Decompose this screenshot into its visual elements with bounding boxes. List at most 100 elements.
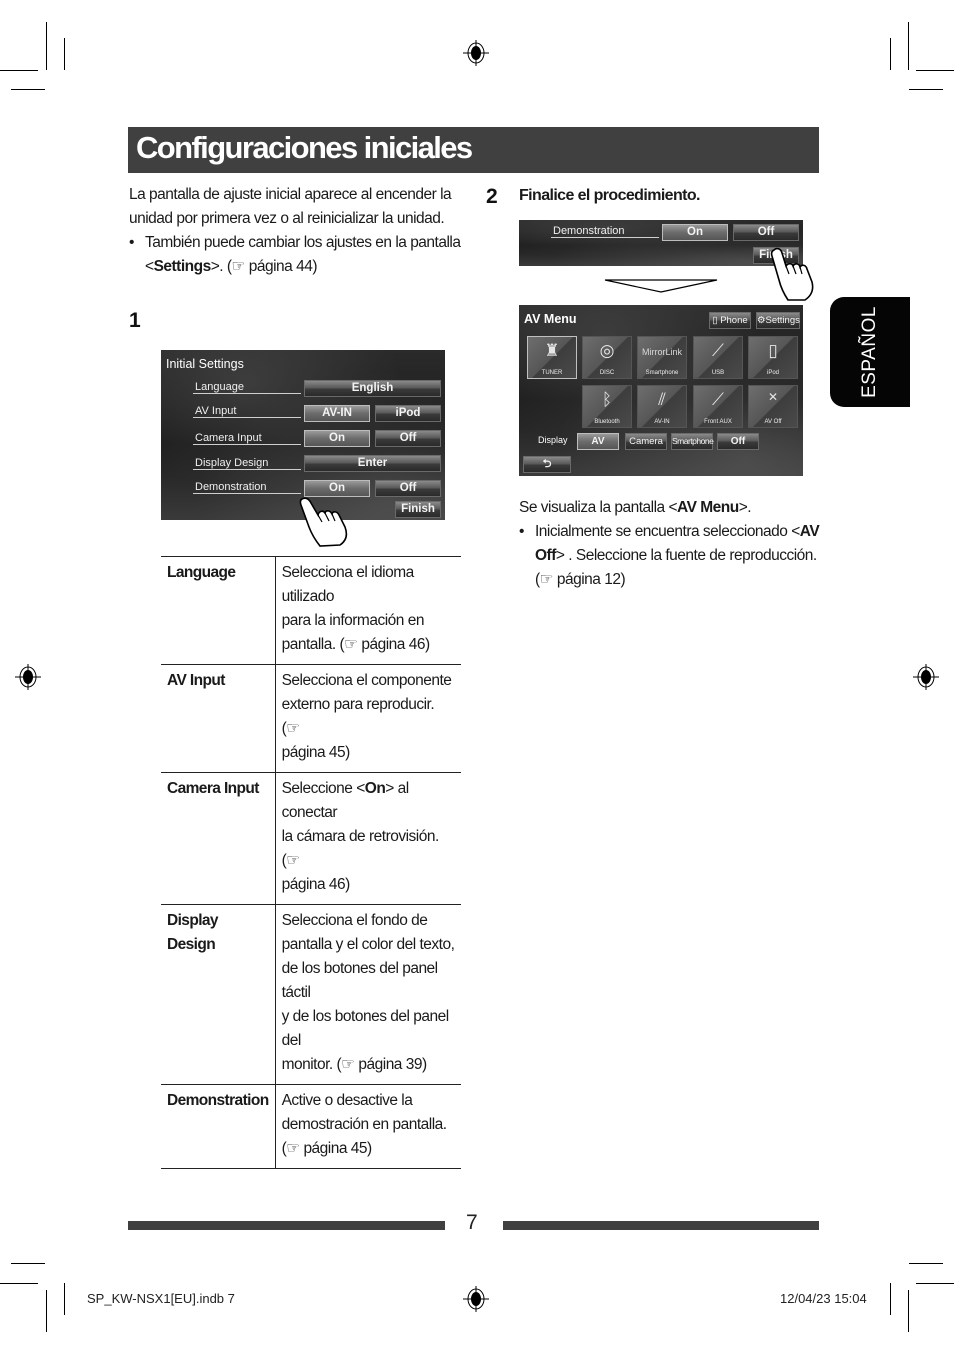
phone-icon: ▯	[712, 315, 718, 326]
settings-description-table: Language Selecciona el idioma utilizado …	[161, 556, 461, 1169]
intro-line: La pantalla de ajuste inicial aparece al…	[129, 186, 452, 203]
screen-title: AV Menu	[524, 312, 577, 326]
display-off-button[interactable]: Off	[717, 433, 759, 450]
setting-label-av-input: AV Input	[193, 405, 301, 418]
close-icon: ✕	[767, 390, 779, 404]
pointing-hand-icon	[299, 495, 348, 547]
bullet-text: También puede cambiar los ajustes en la …	[145, 234, 461, 251]
rca-cable-icon: ⫽	[658, 390, 666, 409]
tile-label: USB	[711, 370, 725, 376]
tile-label: TUNER	[541, 370, 563, 376]
source-tile-av-in[interactable]: ⫽ AV-IN	[637, 385, 687, 428]
setting-label-demonstration: Demonstration	[551, 225, 659, 238]
intro-bullet: • También puede cambiar los ajustes en l…	[129, 231, 461, 279]
finish-button[interactable]: Finish	[395, 501, 441, 518]
step-number: 2	[486, 185, 498, 208]
setting-label-camera-input: Camera Input	[193, 432, 301, 445]
source-tile-av-off[interactable]: ✕ AV Off	[748, 385, 798, 428]
intro-line: unidad por primera vez o al reinicializa…	[129, 210, 445, 227]
back-button[interactable]: ⮌	[523, 456, 571, 473]
bullet-text: <Settings>. (☞ página 44)	[145, 258, 318, 275]
display-label: Display	[538, 435, 568, 445]
tower-icon: ♜	[544, 341, 560, 360]
tile-label: AV-IN	[654, 419, 670, 425]
footer-bar-left	[128, 1221, 445, 1230]
table-key: AV Input	[161, 664, 276, 773]
av-input-ipod-button[interactable]: iPod	[375, 405, 441, 422]
av-input-avin-button[interactable]: AV-IN	[304, 405, 370, 422]
phone-button[interactable]: ▯ Phone	[709, 312, 751, 329]
display-design-enter-button[interactable]: Enter	[304, 455, 441, 472]
footer-bar-right	[503, 1221, 819, 1230]
display-smartphone-button[interactable]: Smartphone	[671, 433, 714, 450]
table-key: Display Design	[161, 904, 276, 1085]
tile-label: AV Off	[764, 419, 782, 425]
demonstration-screen: Demonstration On Off Finish	[519, 220, 803, 266]
settings-button[interactable]: ⚙Settings	[756, 312, 800, 329]
camera-input-on-button[interactable]: On	[304, 430, 370, 447]
table-row: Language Selecciona el idioma utilizado …	[161, 556, 461, 665]
page-title-bar: Configuraciones iniciales	[128, 127, 819, 173]
intro-paragraph: La pantalla de ajuste inicial aparece al…	[129, 183, 461, 279]
setting-label-demonstration: Demonstration	[193, 481, 301, 494]
caption-bullet: • Inicialmente se encuentra seleccionado…	[519, 520, 820, 592]
language-tab: ESPAÑOL	[830, 297, 910, 407]
bluetooth-icon: ᛒ	[601, 390, 613, 409]
page-title: Configuraciones iniciales	[136, 130, 473, 165]
caption-line: Se visualiza la pantalla <AV Menu>.	[519, 499, 752, 516]
registration-mark-icon	[15, 664, 41, 690]
source-tile-front-aux[interactable]: ⟋ Front AUX	[693, 385, 743, 428]
table-row: Demonstration Active o desactive la demo…	[161, 1084, 461, 1169]
av-menu-caption: Se visualiza la pantalla <AV Menu>. • In…	[519, 496, 820, 592]
language-english-button[interactable]: English	[304, 380, 441, 397]
table-value: Selecciona el componente externo para re…	[281, 672, 452, 761]
tile-label: Front AUX	[704, 419, 732, 425]
source-tile-smartphone[interactable]: MirrorLink Smartphone	[637, 336, 687, 379]
bullet-dot: •	[129, 234, 134, 251]
screen-title: Initial Settings	[166, 357, 244, 371]
registration-mark-icon	[913, 664, 939, 690]
return-arrow-icon: ⮌	[542, 458, 552, 470]
step-number: 1	[129, 309, 141, 332]
table-value: Selecciona el idioma utilizado para la i…	[281, 564, 431, 653]
step-heading: Finalice el procedimiento.	[519, 187, 701, 204]
demonstration-off-button[interactable]: Off	[733, 224, 799, 241]
disc-icon: ◎	[599, 341, 615, 360]
tile-label: DISC	[599, 370, 615, 376]
demonstration-on-button[interactable]: On	[662, 224, 728, 241]
table-row: AV Input Selecciona el componente extern…	[161, 664, 461, 773]
page-number: 7	[466, 1211, 478, 1234]
source-tile-ipod[interactable]: ▯ iPod	[748, 336, 798, 379]
table-value: Seleccione <On> al conectar la cámara de…	[281, 780, 440, 893]
table-row: Display Design Selecciona el fondo de pa…	[161, 904, 461, 1085]
display-camera-button[interactable]: Camera	[625, 433, 667, 450]
table-row: Camera Input Seleccione <On> al conectar…	[161, 772, 461, 905]
source-tile-bluetooth[interactable]: ᛒ Bluetooth	[582, 385, 632, 428]
usb-icon: ⟋	[712, 341, 724, 360]
tile-label: iPod	[766, 370, 779, 376]
registration-mark-icon	[463, 40, 489, 66]
table-key: Camera Input	[161, 772, 276, 905]
settings-reference: Settings	[153, 258, 212, 275]
table-value: Selecciona el fondo de pantalla y el col…	[281, 912, 455, 1073]
language-tab-label: ESPAÑOL	[859, 306, 880, 398]
setting-label-display-design: Display Design	[193, 457, 301, 470]
tile-label: Smartphone	[645, 370, 679, 376]
tile-label: Bluetooth	[594, 419, 620, 425]
source-tile-disc[interactable]: ◎ DISC	[582, 336, 632, 379]
source-tile-usb[interactable]: ⟋ USB	[693, 336, 743, 379]
bullet-dot: •	[519, 523, 524, 540]
demonstration-off-button[interactable]: Off	[375, 480, 441, 497]
av-menu-screen: AV Menu ▯ Phone ⚙Settings ♜ TUNER ◎ DISC…	[519, 305, 803, 476]
aux-cable-icon: ⟋	[712, 390, 724, 409]
ipod-icon: ▯	[768, 341, 778, 360]
display-av-button[interactable]: AV	[577, 433, 619, 450]
table-value: Active o desactive la demostración en pa…	[281, 1092, 448, 1157]
camera-input-off-button[interactable]: Off	[375, 430, 441, 447]
table-key: Demonstration	[161, 1084, 276, 1169]
setting-label-language: Language	[193, 381, 301, 394]
gear-icon: ⚙	[757, 315, 766, 326]
mirrorlink-icon: MirrorLink	[641, 347, 682, 357]
source-tile-tuner[interactable]: ♜ TUNER	[527, 336, 577, 379]
slug-datetime: 12/04/23 15:04	[780, 1291, 867, 1306]
